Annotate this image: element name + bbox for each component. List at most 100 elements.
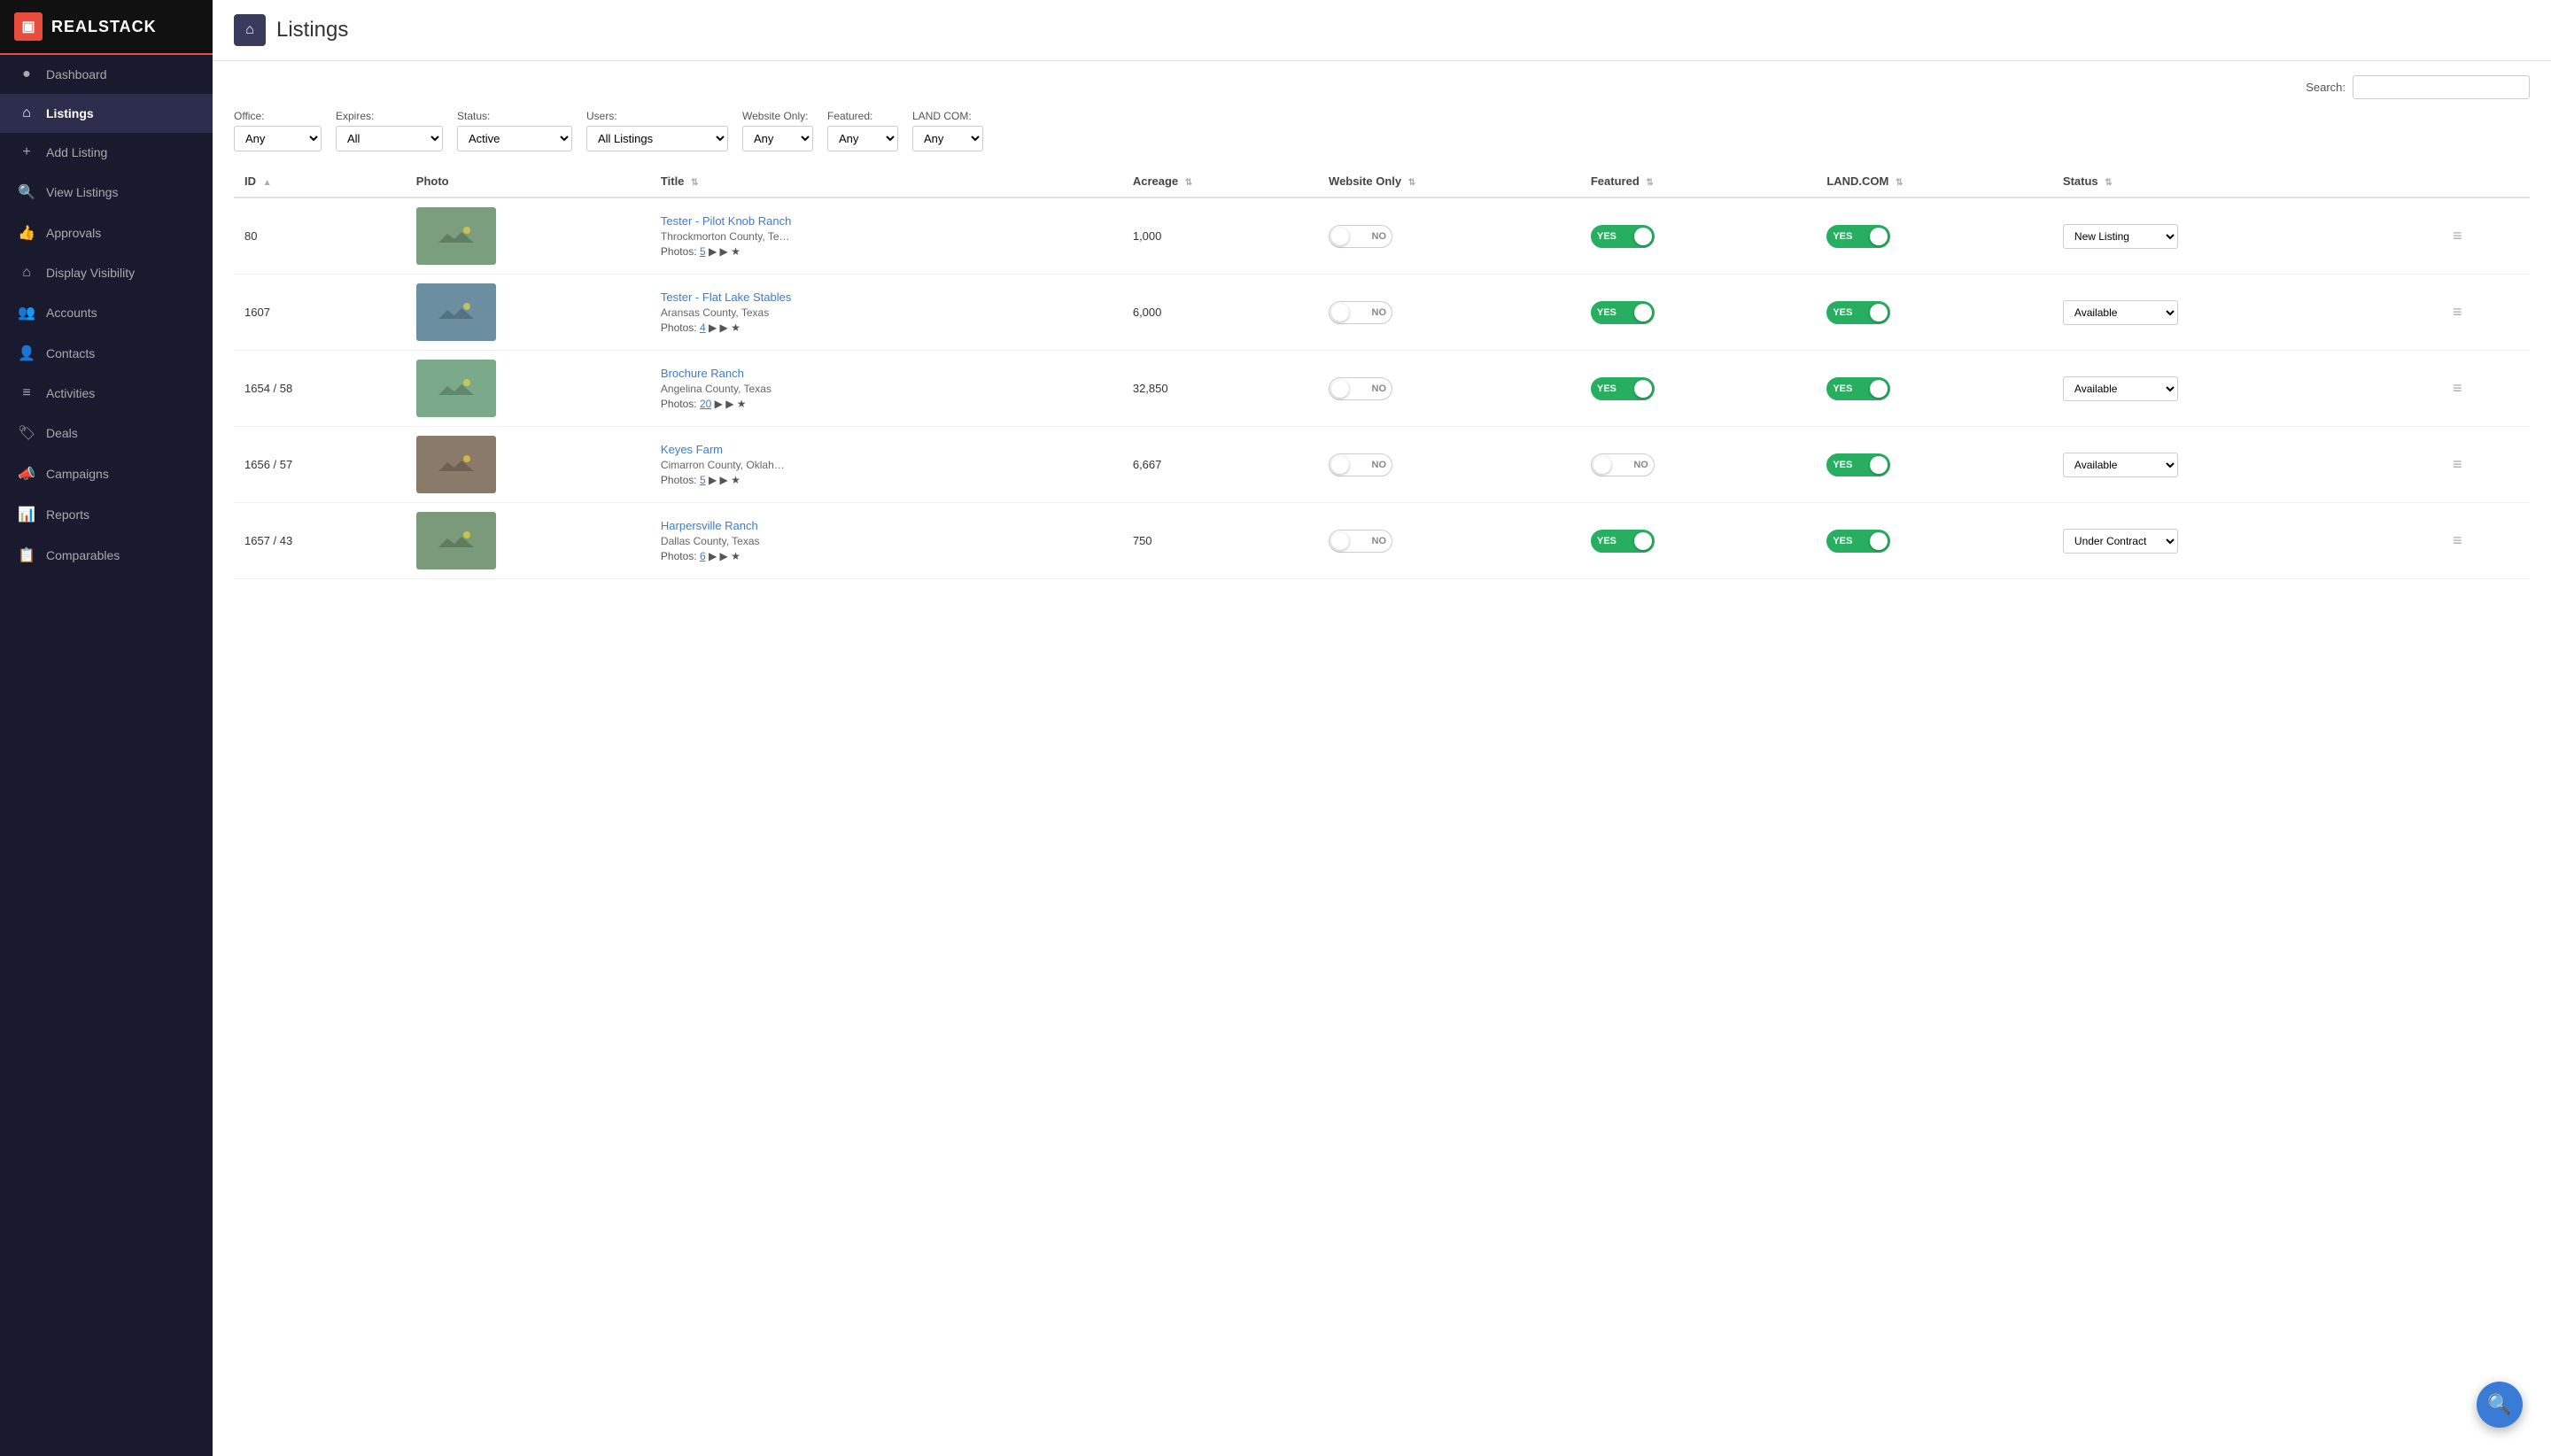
col-header-acreage[interactable]: Acreage ⇅ bbox=[1122, 166, 1318, 197]
status-select[interactable]: New ListingAvailableUnder ContractSoldOf… bbox=[2063, 529, 2178, 554]
row-menu-icon[interactable]: ≡ bbox=[2449, 223, 2466, 248]
sidebar-label-comparables: Comparables bbox=[46, 548, 120, 562]
sidebar-item-campaigns[interactable]: 📣 Campaigns bbox=[0, 453, 213, 494]
status-select[interactable]: New ListingAvailableUnder ContractSoldOf… bbox=[2063, 453, 2178, 477]
view-listings-icon: 🔍 bbox=[18, 183, 35, 201]
land-com-toggle[interactable]: YES bbox=[1826, 453, 1890, 476]
status-filter-label: Status: bbox=[457, 110, 572, 122]
landcom-sort-icon: ⇅ bbox=[1896, 178, 1903, 188]
row-menu-icon[interactable]: ≡ bbox=[2449, 376, 2466, 400]
col-header-title[interactable]: Title ⇅ bbox=[650, 166, 1122, 197]
status-filter-select[interactable]: Active Inactive Pending bbox=[457, 126, 572, 151]
row-menu-icon[interactable]: ≡ bbox=[2449, 528, 2466, 553]
id-sort-icon: ▲ bbox=[263, 178, 272, 188]
filter-row: Office: Any Office 1 Office 2 Expires: A… bbox=[234, 110, 2530, 151]
land-com-filter-select[interactable]: Any Yes No bbox=[912, 126, 983, 151]
sidebar-item-reports[interactable]: 📊 Reports bbox=[0, 494, 213, 535]
featured-filter-select[interactable]: Any Yes No bbox=[827, 126, 898, 151]
toggle-knob bbox=[1634, 304, 1652, 321]
website-only-toggle[interactable]: NO bbox=[1329, 301, 1392, 324]
website-only-toggle[interactable]: NO bbox=[1329, 377, 1392, 400]
sidebar-item-display-visibility[interactable]: ⌂ Display Visibility bbox=[0, 253, 213, 292]
cell-actions: ≡ bbox=[2439, 503, 2530, 579]
campaigns-icon: 📣 bbox=[18, 465, 35, 483]
land-com-toggle[interactable]: YES bbox=[1826, 225, 1890, 248]
toggle-label-no: NO bbox=[1369, 458, 1391, 472]
add-listing-icon: + bbox=[18, 144, 35, 160]
toggle-label-yes: YES bbox=[1829, 458, 1856, 472]
featured-toggle[interactable]: NO bbox=[1591, 453, 1655, 476]
fab-search-button[interactable]: 🔍 bbox=[2477, 1382, 2523, 1428]
sidebar-item-approvals[interactable]: 👍 Approvals bbox=[0, 213, 213, 253]
land-com-filter-label: LAND COM: bbox=[912, 110, 983, 122]
col-header-status[interactable]: Status ⇅ bbox=[2052, 166, 2439, 197]
photos-count-link[interactable]: 4 bbox=[700, 321, 706, 334]
website-only-toggle[interactable]: NO bbox=[1329, 453, 1392, 476]
col-header-website-only[interactable]: Website Only ⇅ bbox=[1318, 166, 1580, 197]
photos-count-link[interactable]: 20 bbox=[700, 398, 711, 410]
listing-title-link[interactable]: Keyes Farm bbox=[661, 443, 1112, 456]
website-only-filter-select[interactable]: Any Yes No bbox=[742, 126, 813, 151]
photos-count-link[interactable]: 5 bbox=[700, 474, 706, 486]
comparables-icon: 📋 bbox=[18, 546, 35, 564]
cell-title: Tester - Pilot Knob RanchThrockmorton Co… bbox=[650, 197, 1122, 275]
land-com-toggle[interactable]: YES bbox=[1826, 377, 1890, 400]
col-header-featured[interactable]: Featured ⇅ bbox=[1580, 166, 1816, 197]
office-filter-select[interactable]: Any Office 1 Office 2 bbox=[234, 126, 322, 151]
sidebar-label-reports: Reports bbox=[46, 507, 89, 522]
cell-id: 1657 / 43 bbox=[234, 503, 406, 579]
accounts-icon: 👥 bbox=[18, 304, 35, 321]
listings-icon: ⌂ bbox=[18, 105, 35, 121]
featured-toggle[interactable]: YES bbox=[1591, 301, 1655, 324]
website-only-toggle[interactable]: NO bbox=[1329, 530, 1392, 553]
users-filter-select[interactable]: All Listings My Listings bbox=[586, 126, 728, 151]
home-button[interactable]: ⌂ bbox=[234, 14, 266, 46]
listing-title-link[interactable]: Tester - Flat Lake Stables bbox=[661, 290, 1112, 304]
featured-toggle[interactable]: YES bbox=[1591, 530, 1655, 553]
featured-toggle[interactable]: YES bbox=[1591, 225, 1655, 248]
listing-title-link[interactable]: Harpersville Ranch bbox=[661, 519, 1112, 532]
photos-count-link[interactable]: 5 bbox=[700, 245, 706, 258]
land-com-toggle[interactable]: YES bbox=[1826, 530, 1890, 553]
sidebar-item-listings[interactable]: ⌂ Listings bbox=[0, 94, 213, 133]
expires-filter-select[interactable]: All This Month Next Month bbox=[336, 126, 443, 151]
sidebar-item-contacts[interactable]: 👤 Contacts bbox=[0, 333, 213, 374]
toggle-knob bbox=[1331, 228, 1349, 245]
land-com-toggle[interactable]: YES bbox=[1826, 301, 1890, 324]
sidebar-label-view-listings: View Listings bbox=[46, 185, 118, 199]
website-only-toggle[interactable]: NO bbox=[1329, 225, 1392, 248]
logo-text: REALSTACK bbox=[51, 18, 157, 36]
toggle-knob bbox=[1331, 532, 1349, 550]
sidebar-label-campaigns: Campaigns bbox=[46, 467, 109, 481]
sidebar-item-dashboard[interactable]: ● Dashboard bbox=[0, 55, 213, 94]
toggle-label-no: NO bbox=[1369, 306, 1391, 320]
row-menu-icon[interactable]: ≡ bbox=[2449, 299, 2466, 324]
sidebar-item-add-listing[interactable]: + Add Listing bbox=[0, 133, 213, 172]
website-only-filter-group: Website Only: Any Yes No bbox=[742, 110, 813, 151]
expires-filter-group: Expires: All This Month Next Month bbox=[336, 110, 443, 151]
search-input[interactable] bbox=[2353, 75, 2530, 99]
col-header-land-com[interactable]: LAND.COM ⇅ bbox=[1816, 166, 2052, 197]
cell-acreage: 32,850 bbox=[1122, 351, 1318, 427]
sidebar-label-activities: Activities bbox=[46, 386, 95, 400]
status-select[interactable]: New ListingAvailableUnder ContractSoldOf… bbox=[2063, 300, 2178, 325]
page-title: Listings bbox=[276, 18, 348, 43]
col-header-id[interactable]: ID ▲ bbox=[234, 166, 406, 197]
sidebar-item-activities[interactable]: ≡ Activities bbox=[0, 374, 213, 413]
listing-title-link[interactable]: Tester - Pilot Knob Ranch bbox=[661, 214, 1112, 228]
sidebar-label-display-visibility: Display Visibility bbox=[46, 266, 135, 280]
toggle-knob bbox=[1870, 532, 1888, 550]
sidebar-item-deals[interactable]: 🏷 Deals bbox=[0, 413, 213, 453]
status-select[interactable]: New ListingAvailableUnder ContractSoldOf… bbox=[2063, 376, 2178, 401]
featured-toggle[interactable]: YES bbox=[1591, 377, 1655, 400]
sidebar-item-comparables[interactable]: 📋 Comparables bbox=[0, 535, 213, 576]
status-select[interactable]: New ListingAvailableUnder ContractSoldOf… bbox=[2063, 224, 2178, 249]
sidebar-item-accounts[interactable]: 👥 Accounts bbox=[0, 292, 213, 333]
row-menu-icon[interactable]: ≡ bbox=[2449, 452, 2466, 476]
photos-count-link[interactable]: 6 bbox=[700, 550, 706, 562]
sidebar-item-view-listings[interactable]: 🔍 View Listings bbox=[0, 172, 213, 213]
search-row: Search: bbox=[234, 75, 2530, 99]
listings-tbody: 80 Tester - Pilot Knob RanchThrockmorton… bbox=[234, 197, 2530, 579]
listing-title-link[interactable]: Brochure Ranch bbox=[661, 367, 1112, 380]
cell-website-only: NO bbox=[1318, 275, 1580, 351]
